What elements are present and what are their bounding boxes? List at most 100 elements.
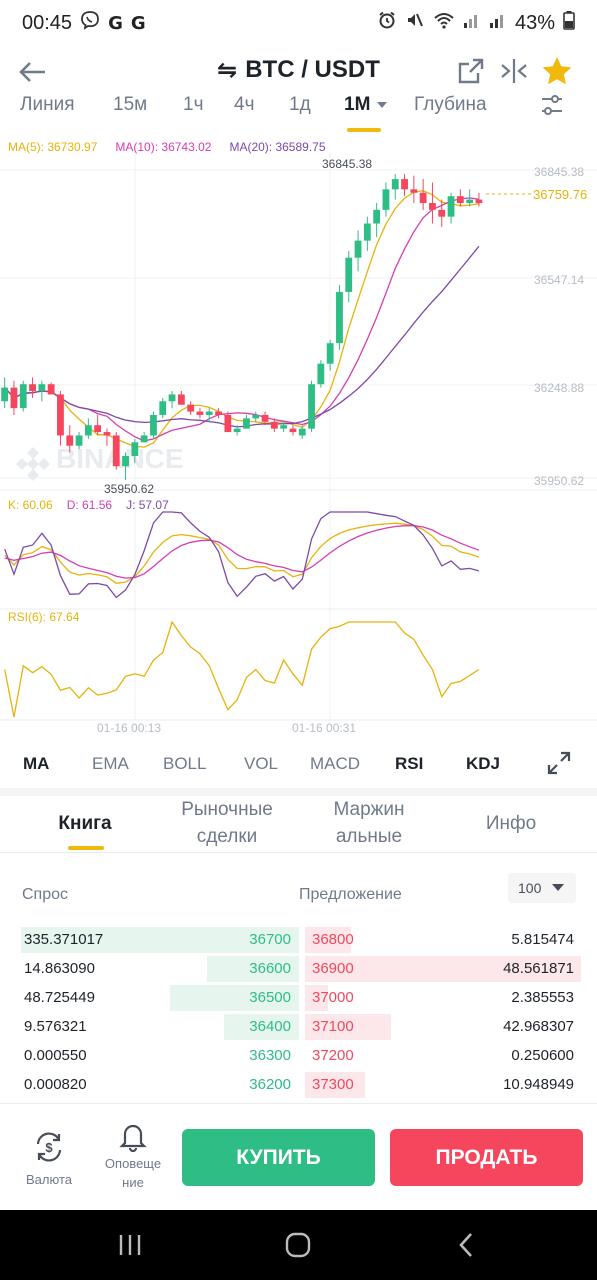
current-price-label: 36759.76	[533, 187, 587, 202]
status-right: 43%	[377, 10, 575, 36]
compare-icon	[501, 59, 527, 83]
currency-label: Валюта	[26, 1172, 72, 1187]
rsi-line	[4, 620, 480, 718]
tab-1d[interactable]: 1д	[289, 94, 311, 116]
bid-quantity: 14.863090	[24, 960, 95, 977]
home-button[interactable]	[278, 1228, 318, 1262]
ma10-label: MA(10): 36743.02	[115, 140, 212, 154]
favorite-button[interactable]	[540, 54, 574, 88]
candle-up	[354, 240, 362, 258]
candle-down	[438, 209, 446, 217]
candle-up	[1, 387, 9, 402]
expand-icon	[547, 751, 571, 775]
bid-price: 36500	[249, 989, 291, 1006]
price-tick-2: 36547.14	[534, 273, 584, 287]
kdj-k-line	[4, 522, 480, 584]
candle-up	[252, 414, 260, 419]
tab-order-book[interactable]: Книга	[40, 810, 130, 837]
currency-button[interactable]: $ Валюта	[14, 1122, 84, 1189]
indicator-ma[interactable]: MA	[23, 754, 49, 774]
candle-down	[289, 428, 297, 433]
candle-down	[57, 394, 64, 436]
time-label-1: 01-16 00:13	[97, 721, 161, 735]
candle-up	[280, 425, 288, 429]
order-book-row[interactable]: 335.371017 36700 36800 5.815474	[0, 925, 597, 954]
ma20-line	[4, 245, 480, 428]
system-nav-bar	[0, 1210, 597, 1280]
tab-info[interactable]: Инфо	[466, 810, 556, 837]
kline-chart[interactable]: BINANCE 36845.38 36547.14 36248.88 35950…	[0, 132, 597, 738]
section-separator	[0, 788, 597, 796]
recent-apps-button[interactable]	[110, 1228, 150, 1262]
tab-line[interactable]: Линия	[20, 94, 74, 116]
viber-icon	[80, 10, 100, 36]
bid-header: Спрос	[22, 886, 69, 903]
kdj-lines	[4, 511, 480, 599]
kdj-k-label: K: 60.06	[8, 498, 53, 512]
tab-margin[interactable]: Маржин альные	[312, 796, 426, 850]
indicator-ema[interactable]: EMA	[92, 754, 129, 774]
back-nav-button[interactable]	[446, 1228, 486, 1262]
candle-up	[168, 394, 176, 402]
recent-apps-icon	[119, 1235, 141, 1255]
tab-market-trades-line-1: Рыночные	[181, 799, 273, 820]
bid-price: 36700	[249, 931, 291, 948]
chart-settings-button[interactable]	[539, 92, 565, 124]
candle-up	[298, 428, 306, 436]
indicator-rsi[interactable]: RSI	[395, 754, 423, 774]
candle-up	[243, 418, 250, 429]
order-book-row[interactable]: 0.000820 36200 37300 10.948949	[0, 1070, 597, 1099]
tab-1h[interactable]: 1ч	[183, 94, 203, 116]
candle-up	[466, 199, 474, 204]
sell-button[interactable]: ПРОДАТЬ	[390, 1129, 583, 1186]
ask-quantity: 0.250600	[511, 1047, 574, 1064]
book-tab-underline	[68, 846, 104, 850]
indicator-vol[interactable]: VOL	[244, 754, 278, 774]
ma20-label: MA(20): 36589.75	[229, 140, 326, 154]
candle-up	[122, 455, 129, 467]
candle-down	[112, 435, 120, 467]
tab-depth[interactable]: Глубина	[414, 94, 487, 116]
kdj-d-label: D: 61.56	[66, 498, 113, 512]
candle-up	[382, 189, 390, 210]
candle-up	[326, 343, 334, 364]
price-tick-3: 36248.88	[534, 381, 584, 395]
order-book-row[interactable]: 14.863090 36600 36900 48.561871	[0, 954, 597, 983]
time-label-2: 01-16 00:31	[292, 721, 356, 735]
tab-margin-line-1: Маржин	[333, 799, 405, 820]
candle-down	[410, 189, 418, 193]
ma5-label: MA(5): 36730.97	[8, 140, 98, 154]
ma-legend: MA(5): 36730.97 MA(10): 36743.02 MA(20):…	[8, 140, 326, 154]
candle-up	[205, 411, 213, 415]
interval-tabs: Линия 15м 1ч 4ч 1д 1М Глубина	[0, 88, 597, 130]
share-button[interactable]	[454, 54, 488, 88]
ma10-line	[4, 197, 479, 442]
indicator-kdj[interactable]: KDJ	[466, 754, 500, 774]
candle-up	[131, 442, 139, 456]
indicator-tabs: MA EMA BOLL VOL MACD RSI KDJ	[0, 740, 597, 788]
order-book-row[interactable]: 0.000550 36300 37200 0.250600	[0, 1041, 597, 1070]
indicator-boll[interactable]: BOLL	[163, 754, 206, 774]
status-left: 00:45 G G	[22, 10, 146, 36]
buy-button[interactable]: КУПИТЬ	[182, 1129, 375, 1186]
ask-quantity: 42.968307	[503, 1018, 574, 1035]
candle-down	[187, 404, 195, 412]
alerts-button[interactable]: Оповеще ние	[98, 1120, 168, 1192]
fullscreen-button[interactable]	[547, 751, 571, 780]
bid-price: 36200	[249, 1076, 291, 1093]
depth-select[interactable]: 100	[508, 873, 576, 903]
order-book-row[interactable]: 48.725449 36500 37000 2.385553	[0, 983, 597, 1012]
tab-15m[interactable]: 15м	[113, 94, 147, 116]
compare-button[interactable]	[497, 54, 531, 88]
tab-margin-line-2: альные	[335, 826, 403, 847]
kdj-j-label: J: 57.07	[126, 498, 169, 512]
mute-icon	[405, 10, 425, 36]
order-book-row[interactable]: 9.576321 36400 37100 42.968307	[0, 1012, 597, 1041]
caret-down-icon	[376, 101, 387, 108]
tab-market-trades[interactable]: Рыночные сделки	[162, 796, 292, 850]
tab-4h[interactable]: 4ч	[234, 94, 254, 116]
candle-up	[159, 401, 167, 415]
ask-price: 36900	[312, 960, 354, 977]
indicator-macd[interactable]: MACD	[310, 754, 360, 774]
tab-1m[interactable]: 1М	[344, 94, 388, 116]
